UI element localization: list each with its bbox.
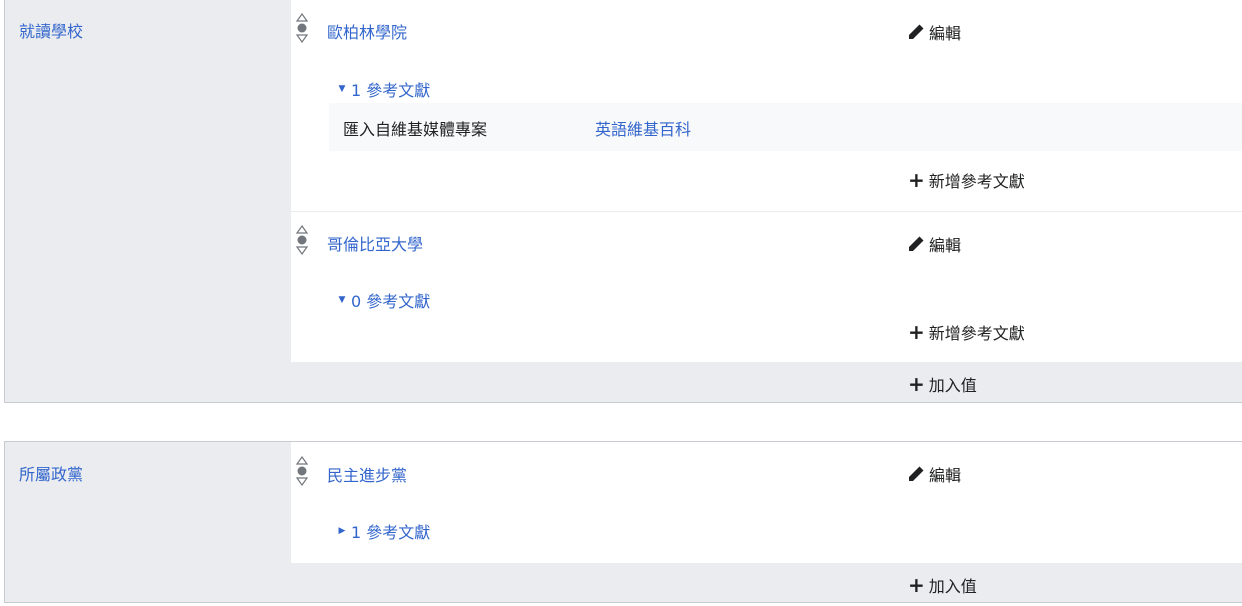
plus-icon: +: [908, 320, 925, 344]
references-count: 1 參考文獻: [351, 81, 431, 100]
value-link-oberlin-college[interactable]: 歐柏林學院: [327, 19, 407, 43]
add-reference-button[interactable]: + 新增參考文獻: [908, 168, 1025, 192]
references-count: 0 參考文獻: [351, 292, 431, 311]
add-reference-label: 新增參考文獻: [928, 324, 1025, 343]
reference: 匯入自維基媒體專案 英語維基百科: [329, 103, 1242, 151]
triangle-right-icon: ▶: [338, 526, 346, 536]
add-reference-label: 新增參考文獻: [928, 172, 1025, 191]
pencil-icon: [909, 236, 924, 251]
references-toggle[interactable]: ▶ 1 參考文獻: [337, 519, 431, 543]
add-value-button[interactable]: + 加入值: [908, 573, 977, 597]
value-link-democratic-progressive-party[interactable]: 民主進步黨: [327, 462, 407, 486]
references-toggle[interactable]: ▼ 1 參考文獻: [337, 77, 431, 101]
add-value-button[interactable]: + 加入值: [908, 372, 977, 396]
rank-normal-icon[interactable]: [296, 455, 308, 487]
statement-list: 歐柏林學院 編輯 ▼ 1 參考文獻 匯入自維基媒體專案 英語維基百科 + 新增參…: [291, 0, 1242, 362]
statement: 民主進步黨 編輯 ▶ 1 參考文獻: [291, 442, 1242, 563]
plus-icon: +: [908, 573, 925, 597]
triangle-down-icon: ▼: [338, 84, 346, 94]
add-value-label: 加入值: [928, 577, 977, 596]
pencil-icon: [909, 466, 924, 481]
add-value-label: 加入值: [928, 376, 977, 395]
edit-label: 編輯: [929, 466, 962, 485]
statement: 哥倫比亞大學 編輯 ▼ 0 參考文獻 + 新增參考文獻: [291, 212, 1242, 362]
pencil-icon: [909, 24, 924, 39]
edit-button[interactable]: 編輯: [906, 20, 961, 44]
property-label-educated-at[interactable]: 就讀學校: [19, 18, 83, 42]
references-count: 1 參考文獻: [351, 523, 431, 542]
references-toggle[interactable]: ▼ 0 參考文獻: [337, 288, 431, 312]
statement-group-educated-at: 就讀學校 歐柏林學院 編輯 ▼ 1 參考文獻 匯入自維基媒體專案 英語維基百科 …: [4, 0, 1242, 403]
statement-group-party: 所屬政黨 民主進步黨 編輯 ▶ 1 參考文獻 + 加入值: [4, 441, 1242, 603]
add-reference-button[interactable]: + 新增參考文獻: [908, 320, 1025, 344]
edit-label: 編輯: [929, 236, 962, 255]
plus-icon: +: [908, 168, 925, 192]
triangle-down-icon: ▼: [338, 295, 346, 305]
edit-label: 編輯: [929, 24, 962, 43]
edit-button[interactable]: 編輯: [906, 462, 961, 486]
rank-normal-icon[interactable]: [296, 12, 308, 44]
property-label-party[interactable]: 所屬政黨: [19, 461, 83, 485]
reference-value-english-wikipedia[interactable]: 英語維基百科: [595, 116, 691, 140]
statement-list: 民主進步黨 編輯 ▶ 1 參考文獻: [291, 442, 1242, 563]
rank-normal-icon[interactable]: [296, 224, 308, 256]
statement: 歐柏林學院 編輯 ▼ 1 參考文獻 匯入自維基媒體專案 英語維基百科 + 新增參…: [291, 0, 1242, 212]
edit-button[interactable]: 編輯: [906, 232, 961, 256]
plus-icon: +: [908, 372, 925, 396]
value-link-columbia-university[interactable]: 哥倫比亞大學: [327, 231, 423, 255]
reference-property-imported-from[interactable]: 匯入自維基媒體專案: [343, 116, 487, 140]
